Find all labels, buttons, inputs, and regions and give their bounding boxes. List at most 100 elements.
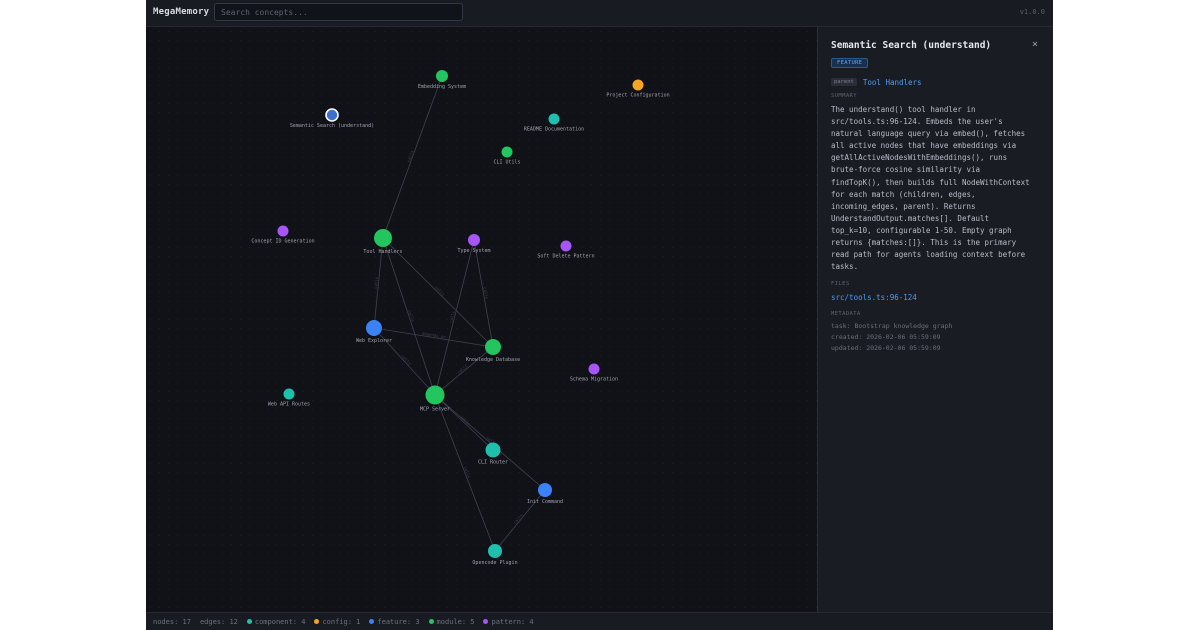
legend-config-text: config: 1 [322,617,361,626]
graph-edge-toolhandlers-embedding [382,75,443,239]
graph-node-label: Knowledge Database [466,357,520,363]
legend-component: component: 4 [246,617,306,626]
graph-node-label: Init Command [527,499,563,505]
graph-edge-label: depends_on [422,331,447,340]
graph-node-circle[interactable] [538,483,552,497]
graph-node-knowledgedb[interactable]: Knowledge Database [466,339,520,363]
graph-node-label: CLI Router [478,460,508,466]
graph-node-mcpserver[interactable]: MCP Server [420,385,450,413]
graph-node-cliutils[interactable]: CLI Utils [493,146,521,166]
legend-feature-text: feature: 3 [377,617,420,626]
graph-node-circle[interactable] [283,388,295,400]
app-title: MegaMemory [153,7,210,17]
graph-node-circle[interactable] [374,229,392,247]
stat-nodes-text: nodes: 17 [153,617,191,626]
graph-svg[interactable]: callscallscallscallsdepends_oncallscalls… [146,27,817,612]
legend-dot-feature [369,619,375,624]
graph-node-circle[interactable] [632,79,644,91]
graph-node-webapi[interactable]: Web API Routes [268,388,310,408]
legend-pattern-text: pattern: 4 [491,617,534,626]
metadata-heading: METADATA [831,311,861,317]
version-label: v1.0.0 [1019,8,1045,16]
graph-node-circle[interactable] [548,113,560,125]
graph-node-label: MCP Server [420,407,450,413]
graph-node-softdelete[interactable]: Soft Delete Pattern [537,240,595,260]
graph-node-circle[interactable] [588,363,600,375]
status-bar: nodes: 17 edges: 12 component: 4 config:… [146,612,1053,630]
summary-text: The understand() tool handler in src/too… [831,105,1030,272]
summary-heading: SUMMARY [831,93,857,99]
graph-node-circle[interactable] [560,240,572,252]
top-bar: MegaMemory v1.0.0 [146,0,1053,27]
graph-node-label: Concept ID Generation [251,239,314,245]
graph-node-circle[interactable] [436,70,448,82]
graph-node-circle[interactable] [277,225,289,237]
graph-node-webexplorer[interactable]: Web Explorer [356,320,392,344]
kind-badge: FEATURE [831,58,869,68]
graph-edge-label: calls [434,285,446,297]
parent-tag: parent [831,78,857,86]
file-link[interactable]: src/tools.ts:96-124 [831,293,917,302]
parent-link[interactable]: Tool Handlers [863,78,922,87]
legend-module-text: module: 5 [436,617,475,626]
graph-node-label: Embedding System [418,84,466,90]
graph-node-embedding[interactable]: Embedding System [418,70,466,90]
stat-nodes: nodes: 17 [153,618,191,626]
graph-node-circle[interactable] [425,385,445,405]
files-heading: FILES [831,281,850,287]
legend-dot-config [314,619,320,624]
graph-edge-label: calls [400,354,412,367]
legend-component-text: component: 4 [254,617,306,626]
parent-row: parent Tool Handlers [831,77,922,87]
graph-node-readme[interactable]: README Documentation [524,113,584,133]
edge-layer: callscallscallscallsdepends_oncallscalls… [373,75,546,552]
graph-edge-label: calls [482,287,489,300]
search-input[interactable] [214,3,463,21]
graph-edge-mcpserver-knowledgedb [434,346,494,396]
meta-updated: updated: 2026-02-06 05:59:09 [831,344,941,352]
graph-node-circle[interactable] [468,234,480,246]
graph-edge-toolhandlers-mcpserver [382,237,436,396]
node-layer: Embedding System Project Configuration Sem… [251,70,670,566]
legend-config: config: 1 [314,618,360,626]
graph-node-typesystem[interactable]: Type System [457,234,491,254]
legend-dot-pattern [483,619,489,624]
stat-edges-text: edges: 12 [199,617,238,626]
graph-node-label: README Documentation [524,127,584,133]
meta-task: task: Bootstrap knowledge graph [831,322,953,330]
legend-module: module: 5 [428,617,475,626]
graph-node-circle[interactable] [485,442,501,458]
graph-edge-mcpserver-initcommand [434,394,546,491]
graph-edge-typesystem-mcpserver [434,239,475,396]
graph-node-initcommand[interactable]: Init Command [527,483,563,505]
graph-canvas[interactable]: calls calls calls calls depends_on calls calls… [146,27,817,612]
legend-dot-module [428,619,434,624]
stat-edges: edges: 12 [200,618,238,626]
graph-node-label: Project Configuration [606,93,669,99]
graph-node-label: Tool Handlers [363,249,402,255]
legend-feature: feature: 3 [369,617,420,626]
legend-dot-component [246,619,252,624]
graph-node-toolhandlers[interactable]: Tool Handlers [363,229,403,255]
graph-node-projectconfig[interactable]: Project Configuration [606,79,670,99]
graph-node-circle[interactable] [501,146,513,158]
graph-node-circle[interactable] [488,544,502,558]
graph-node-circle[interactable] [366,320,382,336]
graph-node-schemamigration[interactable]: Schema Migration [570,363,618,383]
graph-edge-mcpserver-clirouter [434,394,494,451]
graph-node-circle[interactable] [485,339,501,355]
graph-node-label: CLI Utils [493,160,520,166]
graph-edge-label: calls [406,149,415,163]
graph-edge-label: calls [463,466,472,480]
graph-node-conceptid[interactable]: Concept ID Generation [251,225,315,245]
meta-created: created: 2026-02-06 05:59:09 [831,333,941,341]
graph-node-semantic[interactable]: Semantic Search (understand) [290,108,374,129]
close-icon[interactable]: × [1029,39,1041,51]
detail-panel: Semantic Search (understand) × FEATURE p… [817,27,1053,612]
detail-title: Semantic Search (understand) [831,40,992,51]
graph-node-opencode[interactable]: Opencode Plugin [472,544,518,566]
graph-node-circle[interactable] [325,108,339,122]
graph-node-label: Soft Delete Pattern [537,254,594,260]
app-window: MegaMemory v1.0.0 calls calls calls calls de… [146,0,1053,630]
graph-node-label: Opencode Plugin [472,560,517,566]
